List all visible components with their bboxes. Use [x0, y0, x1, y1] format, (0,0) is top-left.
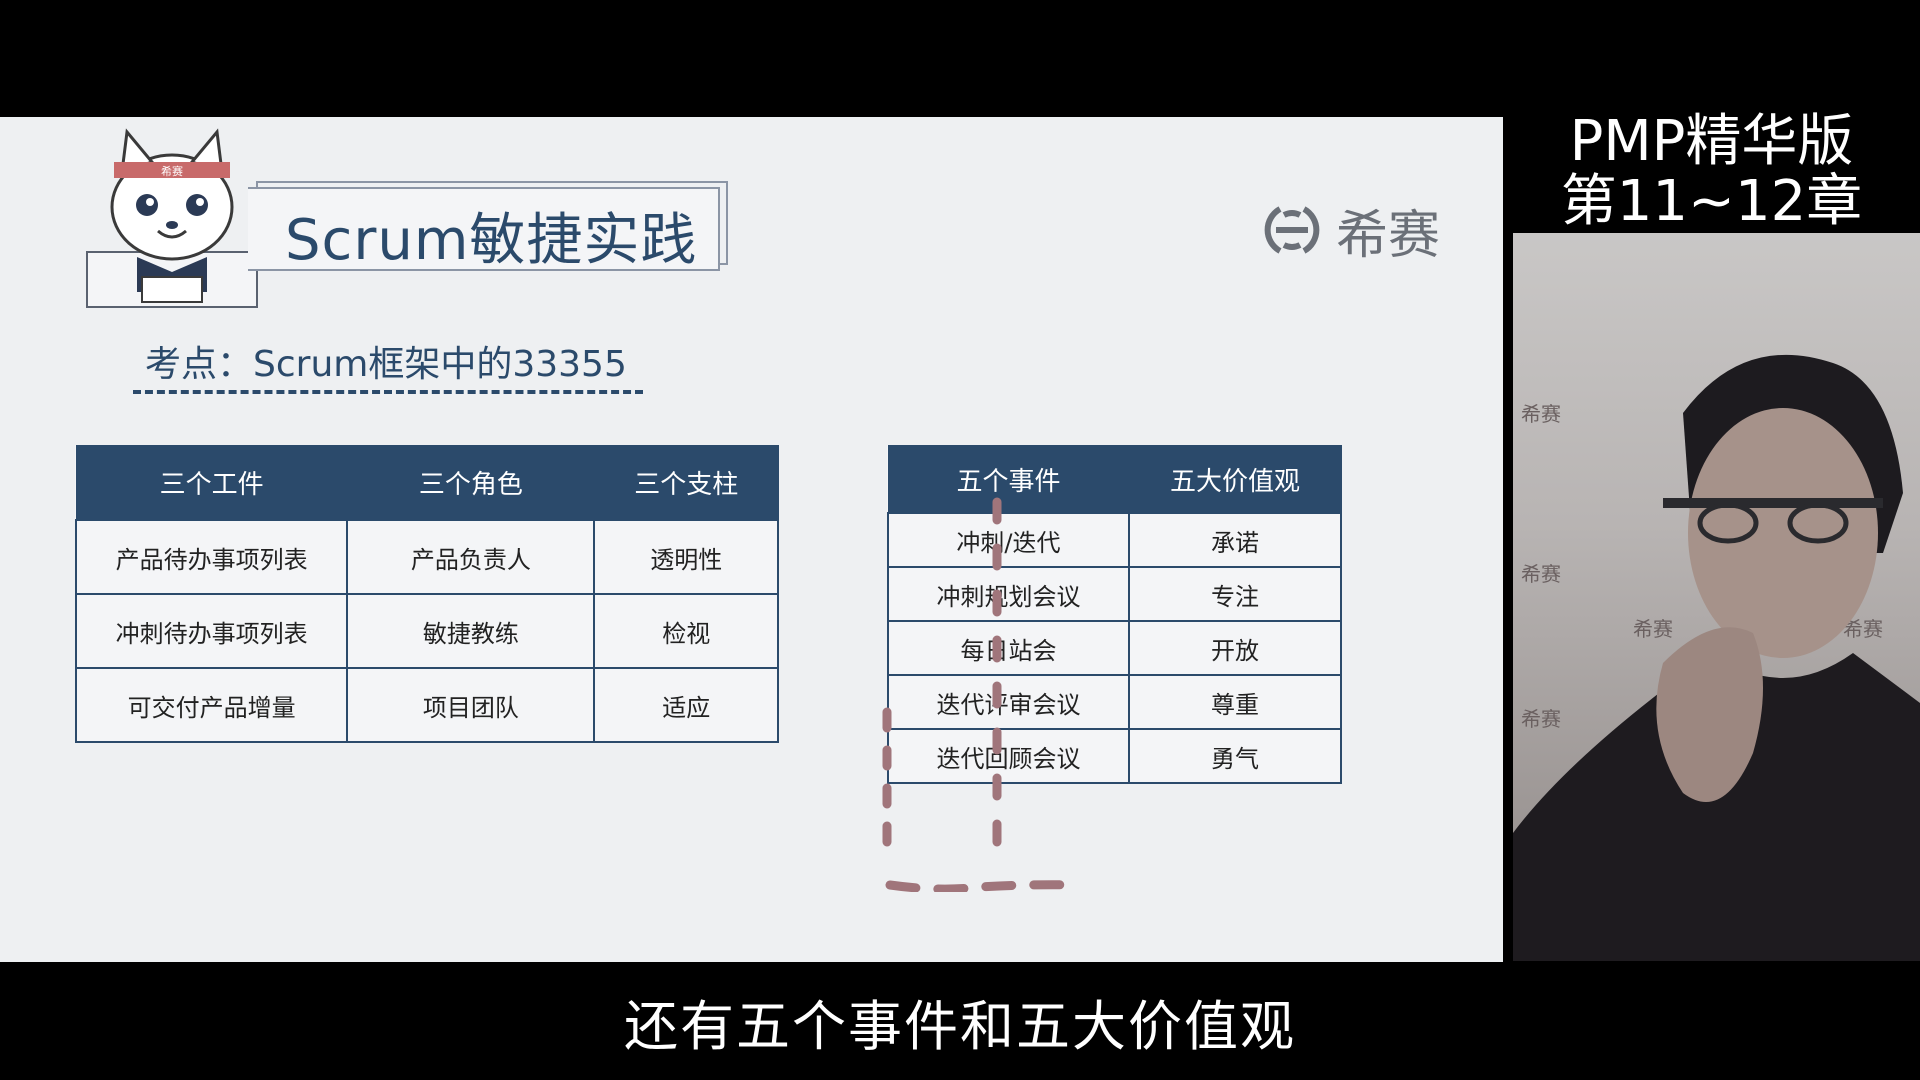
header-roles: 三个角色: [346, 445, 595, 521]
exam-point-heading: 考点：Scrum框架中的33355: [145, 344, 627, 385]
table-cell: 冲刺规划会议: [887, 566, 1130, 622]
presenter-video-feed: 希赛 希赛 希赛 希赛 希赛 希赛: [1513, 233, 1920, 961]
table-cell: 可交付产品增量: [74, 667, 349, 743]
brand-logo-icon: [1264, 206, 1320, 254]
header-artifacts: 三个工件: [75, 445, 348, 521]
brand-name: 希赛: [1336, 205, 1441, 266]
slide: 希赛 Scrum敏捷实践 希赛 考点：Scrum框架中的33355 三个工件 三…: [0, 117, 1503, 962]
table-row: 冲刺待办事项列表 敏捷教练 检视: [74, 593, 779, 669]
course-title-line1: PMP精华版: [1569, 109, 1854, 174]
table-cell: 尊重: [1127, 674, 1343, 730]
course-title: PMP精华版 第11~12章: [1503, 112, 1920, 232]
course-title-line2: 第11~12章: [1560, 169, 1863, 234]
table-row: 产品待办事项列表 产品负责人 透明性: [74, 519, 779, 595]
table-cell: 开放: [1127, 620, 1343, 676]
table-cell: 冲刺/迭代: [887, 512, 1130, 568]
mascot-cat-icon: 希赛: [86, 128, 258, 308]
header-events: 五个事件: [887, 445, 1130, 514]
brand: 希赛: [1258, 195, 1441, 266]
table-row: 冲刺/迭代 承诺: [887, 512, 1343, 568]
table-cell: 专注: [1127, 566, 1343, 622]
presenter-icon: [1513, 354, 1920, 961]
table-cell: 透明性: [593, 519, 779, 595]
table-cell: 迭代评审会议: [887, 674, 1130, 730]
scrum-events-values-table: 五个事件 五大价值观 冲刺/迭代 承诺 冲刺规划会议 专注 每日站会 开放 迭代…: [887, 445, 1343, 784]
table-cell: 产品负责人: [346, 519, 596, 595]
table-cell: 适应: [593, 667, 779, 743]
header-values: 五大价值观: [1128, 445, 1342, 514]
table-row: 可交付产品增量 项目团队 适应: [74, 667, 779, 743]
table-cell: 承诺: [1127, 512, 1343, 568]
table-cell: 勇气: [1127, 728, 1343, 784]
header-pillars: 三个支柱: [593, 445, 779, 521]
table-header-row: 五个事件 五大价值观: [887, 445, 1342, 514]
table-cell: 项目团队: [346, 667, 596, 743]
table-row: 冲刺规划会议 专注: [887, 566, 1343, 622]
table-header-row: 三个工件 三个角色 三个支柱: [75, 445, 779, 521]
table-cell: 检视: [593, 593, 779, 669]
table-row: 迭代回顾会议 勇气: [887, 728, 1343, 784]
table-row: 迭代评审会议 尊重: [887, 674, 1343, 730]
table-cell: 冲刺待办事项列表: [74, 593, 349, 669]
video-subtitle: 还有五个事件和五大价值观: [624, 994, 1296, 1058]
table-row: 每日站会 开放: [887, 620, 1343, 676]
table-cell: 敏捷教练: [346, 593, 596, 669]
dashed-underline: [133, 390, 643, 394]
svg-text:希赛: 希赛: [161, 164, 183, 178]
scrum-artifacts-roles-pillars-table: 三个工件 三个角色 三个支柱 产品待办事项列表 产品负责人 透明性 冲刺待办事项…: [74, 445, 779, 743]
table-cell: 每日站会: [887, 620, 1130, 676]
page-title: Scrum敏捷实践: [285, 208, 698, 273]
table-cell: 迭代回顾会议: [887, 728, 1130, 784]
table-cell: 产品待办事项列表: [74, 519, 349, 595]
